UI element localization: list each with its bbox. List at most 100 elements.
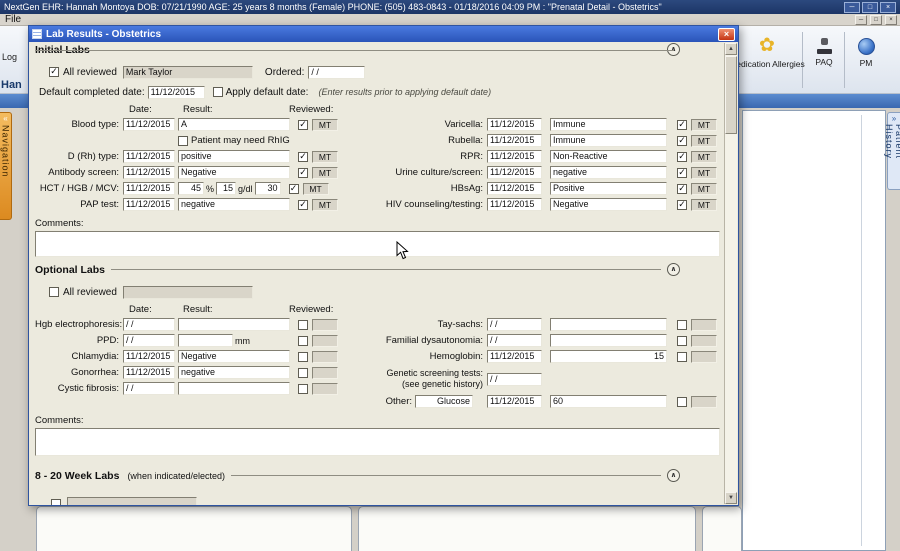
hbsag-reviewed-checkbox[interactable]: ✓	[677, 184, 687, 194]
hiv-reviewed-checkbox[interactable]: ✓	[677, 200, 687, 210]
hbsag-initials-box[interactable]: MT	[691, 183, 717, 195]
chlamydia-result-field[interactable]: Negative	[178, 350, 290, 363]
rubella-result-field[interactable]: Immune	[550, 134, 667, 147]
antibody-screen-initials-box[interactable]: MT	[312, 167, 338, 179]
urine-culture-initials-box[interactable]: MT	[691, 167, 717, 179]
hct-initials-box[interactable]: MT	[303, 183, 329, 195]
tay-sachs-date-field[interactable]: / /	[487, 318, 542, 331]
antibody-screen-date-field[interactable]: 11/12/2015	[123, 166, 175, 179]
minimize-icon[interactable]: ─	[844, 2, 860, 13]
hct-field[interactable]: 45	[178, 182, 204, 195]
collapse-icon[interactable]: ∧	[667, 469, 680, 482]
tay-sachs-initials-box[interactable]	[691, 319, 717, 331]
gonorrhea-result-field[interactable]: negative	[178, 366, 290, 379]
familial-dysautonomia-reviewed-checkbox[interactable]	[677, 336, 687, 346]
hbsag-result-field[interactable]: Positive	[550, 182, 667, 195]
cystic-fibrosis-date-field[interactable]: / /	[123, 382, 175, 395]
rpr-date-field[interactable]: 11/12/2015	[487, 150, 542, 163]
optional-all-reviewed-by-field[interactable]	[123, 286, 253, 299]
child-minimize-icon[interactable]: ─	[855, 15, 867, 25]
default-date-field[interactable]: 11/12/2015	[148, 86, 205, 99]
patient-history-tab[interactable]: » Patient History	[887, 112, 900, 190]
familial-dysautonomia-result-field[interactable]	[550, 334, 667, 347]
urine-culture-result-field[interactable]: negative	[550, 166, 667, 179]
other-result-field[interactable]: 60	[550, 395, 667, 408]
cystic-fibrosis-initials-box[interactable]	[312, 383, 338, 395]
mcv-field[interactable]: 30	[255, 182, 281, 195]
toolbar-pm-button[interactable]: PM	[848, 36, 884, 68]
rpr-result-field[interactable]: Non-Reactive	[550, 150, 667, 163]
tay-sachs-result-field[interactable]	[550, 318, 667, 331]
navigation-tab[interactable]: « Navigation	[0, 112, 12, 220]
rpr-initials-box[interactable]: MT	[691, 151, 717, 163]
varicella-date-field[interactable]: 11/12/2015	[487, 118, 542, 131]
d-rh-type-date-field[interactable]: 11/12/2015	[123, 150, 175, 163]
ordered-date-field[interactable]: / /	[308, 66, 365, 79]
ppd-initials-box[interactable]	[312, 335, 338, 347]
genetic-screening-date-field[interactable]: / /	[487, 373, 542, 386]
hbsag-date-field[interactable]: 11/12/2015	[487, 182, 542, 195]
week820-all-reviewed-checkbox[interactable]	[51, 499, 61, 506]
gonorrhea-date-field[interactable]: 11/12/2015	[123, 366, 175, 379]
hct-hgb-mcv-date-field[interactable]: 11/12/2015	[123, 182, 175, 195]
rubella-initials-box[interactable]: MT	[691, 135, 717, 147]
gonorrhea-reviewed-checkbox[interactable]	[298, 368, 308, 378]
ppd-reviewed-checkbox[interactable]	[298, 336, 308, 346]
ppd-result-field[interactable]	[178, 334, 233, 347]
collapse-icon[interactable]: ∧	[667, 263, 680, 276]
hemoglobin-result-field[interactable]: 15	[550, 350, 667, 363]
urine-culture-reviewed-checkbox[interactable]: ✓	[677, 168, 687, 178]
blood-type-initials-box[interactable]: MT	[312, 119, 338, 131]
dialog-titlebar[interactable]: Lab Results - Obstetrics ×	[29, 26, 738, 42]
rpr-reviewed-checkbox[interactable]: ✓	[677, 152, 687, 162]
optional-all-reviewed-checkbox[interactable]	[49, 287, 59, 297]
close-icon[interactable]: ×	[880, 2, 896, 13]
chlamydia-initials-box[interactable]	[312, 351, 338, 363]
hiv-result-field[interactable]: Negative	[550, 198, 667, 211]
d-rh-type-initials-box[interactable]: MT	[312, 151, 338, 163]
hgb-electrophoresis-reviewed-checkbox[interactable]	[298, 320, 308, 330]
hgb-field[interactable]: 15	[216, 182, 236, 195]
varicella-initials-box[interactable]: MT	[691, 119, 717, 131]
cystic-fibrosis-result-field[interactable]	[178, 382, 290, 395]
ppd-date-field[interactable]: / /	[123, 334, 175, 347]
other-reviewed-checkbox[interactable]	[677, 397, 687, 407]
blood-type-date-field[interactable]: 11/12/2015	[123, 118, 175, 131]
all-reviewed-by-field[interactable]: Mark Taylor	[123, 66, 253, 79]
dialog-scrollbar[interactable]: ▲ ▼	[724, 43, 737, 504]
hgb-electrophoresis-initials-box[interactable]	[312, 319, 338, 331]
varicella-result-field[interactable]: Immune	[550, 118, 667, 131]
tay-sachs-reviewed-checkbox[interactable]	[677, 320, 687, 330]
blood-type-reviewed-checkbox[interactable]: ✓	[298, 120, 308, 130]
hiv-initials-box[interactable]: MT	[691, 199, 717, 211]
antibody-screen-reviewed-checkbox[interactable]: ✓	[298, 168, 308, 178]
pap-test-result-field[interactable]: negative	[178, 198, 290, 211]
chlamydia-reviewed-checkbox[interactable]	[298, 352, 308, 362]
scroll-up-icon[interactable]: ▲	[725, 43, 737, 55]
urine-culture-date-field[interactable]: 11/12/2015	[487, 166, 542, 179]
scroll-down-icon[interactable]: ▼	[725, 492, 737, 504]
rubella-date-field[interactable]: 11/12/2015	[487, 134, 542, 147]
all-reviewed-checkbox[interactable]: ✓	[49, 67, 59, 77]
varicella-reviewed-checkbox[interactable]: ✓	[677, 120, 687, 130]
child-close-icon[interactable]: ×	[885, 15, 897, 25]
familial-dysautonomia-date-field[interactable]: / /	[487, 334, 542, 347]
hct-reviewed-checkbox[interactable]: ✓	[289, 184, 299, 194]
pap-test-initials-box[interactable]: MT	[312, 199, 338, 211]
apply-default-checkbox[interactable]	[213, 87, 223, 97]
optional-comments-textarea[interactable]	[35, 428, 720, 456]
pap-test-reviewed-checkbox[interactable]: ✓	[298, 200, 308, 210]
menu-file[interactable]: File	[5, 14, 21, 25]
hemoglobin-date-field[interactable]: 11/12/2015	[487, 350, 542, 363]
rhig-checkbox[interactable]	[178, 136, 188, 146]
initial-comments-textarea[interactable]	[35, 231, 720, 257]
gonorrhea-initials-box[interactable]	[312, 367, 338, 379]
other-initials-box[interactable]	[691, 396, 717, 408]
familial-dysautonomia-initials-box[interactable]	[691, 335, 717, 347]
dialog-close-icon[interactable]: ×	[718, 28, 735, 41]
cystic-fibrosis-reviewed-checkbox[interactable]	[298, 384, 308, 394]
d-rh-type-reviewed-checkbox[interactable]: ✓	[298, 152, 308, 162]
blood-type-result-field[interactable]: A	[178, 118, 290, 131]
pap-test-date-field[interactable]: 11/12/2015	[123, 198, 175, 211]
hgb-electrophoresis-date-field[interactable]: / /	[123, 318, 175, 331]
